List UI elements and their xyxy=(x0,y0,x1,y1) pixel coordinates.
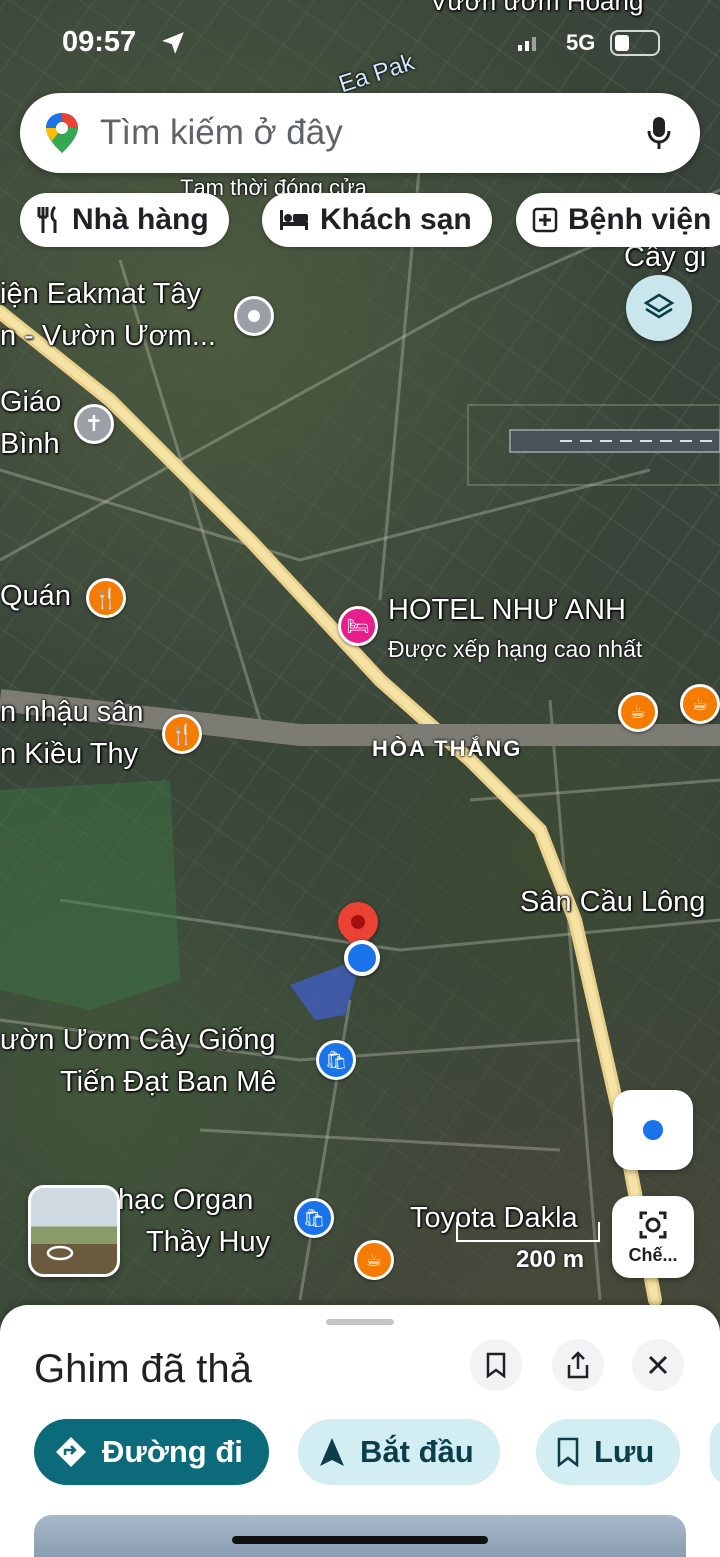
microphone-icon[interactable] xyxy=(646,115,672,151)
directions-icon xyxy=(56,1437,86,1467)
layers-button[interactable] xyxy=(626,275,692,341)
save-label: Lưu xyxy=(594,1434,655,1469)
chip-restaurants-label: Nhà hàng xyxy=(72,203,209,236)
bookmark-icon xyxy=(486,1352,506,1378)
close-button[interactable] xyxy=(632,1339,684,1391)
layers-icon xyxy=(643,293,675,319)
map-label-district: HÒA THẮNG xyxy=(372,736,523,761)
sheet-title: Ghim đã thả xyxy=(34,1347,252,1391)
search-bar[interactable]: Tìm kiếm ở đây xyxy=(20,93,700,173)
directions-label: Đường đi xyxy=(102,1434,243,1469)
map-label-nursery-line1[interactable]: ườn Ươm Cây Giống xyxy=(0,1024,276,1057)
map-label-giao-line1[interactable]: Giáo xyxy=(0,386,61,419)
hotel-icon xyxy=(280,210,308,230)
home-indicator[interactable] xyxy=(232,1536,488,1544)
lens-button[interactable]: Chế... xyxy=(612,1196,694,1278)
camera-lens-icon xyxy=(639,1211,667,1238)
bookmark-button[interactable] xyxy=(470,1339,522,1391)
drag-handle[interactable] xyxy=(326,1319,394,1325)
start-button[interactable]: Bắt đầu xyxy=(298,1419,500,1485)
map-label-eakmat-line2[interactable]: n - Vườn Ươm... xyxy=(0,320,216,353)
scale-label: 200 m xyxy=(516,1246,585,1273)
directions-button[interactable]: Đường đi xyxy=(34,1419,269,1485)
more-actions-button[interactable] xyxy=(710,1419,720,1485)
status-time: 09:57 xyxy=(62,26,137,58)
chip-restaurants[interactable]: Nhà hàng xyxy=(20,193,229,247)
google-maps-logo-icon xyxy=(46,113,78,153)
share-button[interactable] xyxy=(552,1339,604,1391)
cafe-icon[interactable]: ☕ xyxy=(354,1240,394,1280)
street-view-thumbnail[interactable] xyxy=(28,1185,120,1277)
rotate-360-icon xyxy=(46,1245,74,1261)
scale-bar xyxy=(456,1222,600,1242)
chip-hotels[interactable]: Khách sạn xyxy=(262,193,492,247)
chip-hospitals-label: Bệnh viện xyxy=(568,203,712,236)
navigation-arrow-icon xyxy=(320,1438,344,1466)
my-location-icon xyxy=(643,1120,663,1140)
lens-label: Chế... xyxy=(628,1244,678,1265)
close-icon xyxy=(648,1355,668,1375)
map-label-nursery-line2[interactable]: Tiến Đạt Ban Mê xyxy=(60,1066,277,1099)
my-location-button[interactable] xyxy=(613,1090,693,1170)
hospital-icon xyxy=(532,207,558,233)
cafe-icon[interactable]: ☕ xyxy=(680,684,720,724)
current-location-dot-icon xyxy=(344,940,380,976)
map-label-quan[interactable]: Quán xyxy=(0,580,71,613)
restaurant-icon[interactable]: 🍴 xyxy=(162,714,202,754)
map-label-giao-line2[interactable]: Bình xyxy=(0,428,60,461)
chip-hospitals[interactable]: Bệnh viện xyxy=(516,193,720,247)
place-pin-icon[interactable] xyxy=(234,296,274,336)
share-icon xyxy=(567,1351,589,1379)
start-label: Bắt đầu xyxy=(360,1434,474,1469)
map-label-hotel-sub: Được xếp hạng cao nhất xyxy=(388,636,643,662)
search-input[interactable]: Tìm kiếm ở đây xyxy=(100,113,343,153)
restaurant-icon[interactable]: 🍴 xyxy=(86,578,126,618)
map-label-nhau-line1[interactable]: n nhậu sân xyxy=(0,696,144,729)
church-icon[interactable]: ✝ xyxy=(74,404,114,444)
location-arrow-icon xyxy=(162,32,184,54)
hotel-icon[interactable]: 🛏 xyxy=(338,606,378,646)
shopping-bag-icon[interactable]: 🛍 xyxy=(316,1040,356,1080)
network-type: 5G xyxy=(566,30,596,55)
signal-icon xyxy=(518,37,536,51)
map-label-nhau-line2[interactable]: n Kiều Thy xyxy=(0,738,138,771)
map-label-organ-line2[interactable]: Thầy Huy xyxy=(146,1226,270,1259)
map-label-hotel[interactable]: HOTEL NHƯ ANH xyxy=(388,594,626,627)
cafe-icon[interactable]: ☕ xyxy=(618,692,658,732)
status-bar: 09:57 5G xyxy=(0,0,720,88)
map-label-eakmat-line1[interactable]: iện Eakmat Tây xyxy=(0,278,201,311)
map-label-badminton[interactable]: Sân Cầu Lông xyxy=(520,886,705,919)
chip-hotels-label: Khách sạn xyxy=(320,203,472,236)
battery-icon xyxy=(610,30,660,56)
map-label-organ-line1[interactable]: hạc Organ xyxy=(118,1184,253,1217)
shopping-bag-icon[interactable]: 🛍 xyxy=(294,1198,334,1238)
place-bottom-sheet[interactable]: Ghim đã thả Đường đi Bắt đầu Lưu xyxy=(0,1305,720,1557)
save-button[interactable]: Lưu xyxy=(536,1419,681,1485)
restaurant-icon xyxy=(37,205,57,233)
bookmark-icon xyxy=(557,1437,579,1467)
